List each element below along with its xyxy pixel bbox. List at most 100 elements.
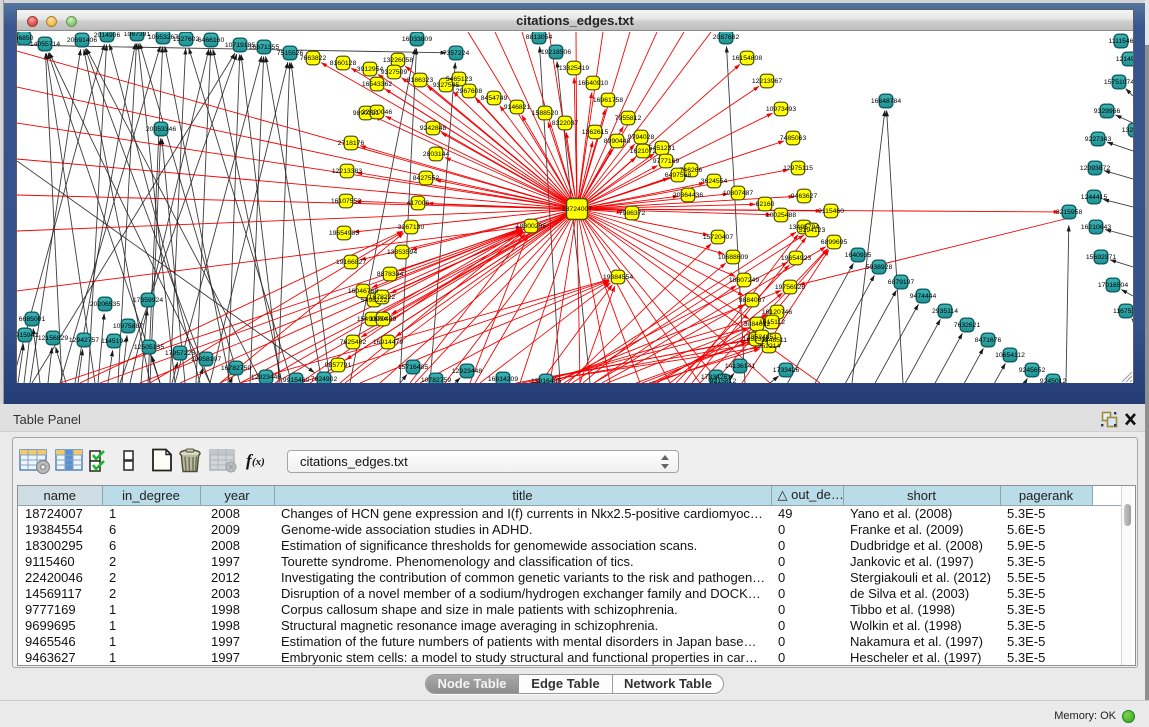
svg-text:14055714: 14055714 (30, 41, 60, 48)
svg-text:12923448: 12923448 (452, 368, 482, 375)
svg-text:1640935: 1640935 (845, 252, 872, 259)
svg-text:1111546: 1111546 (1109, 38, 1133, 45)
svg-text:17016504: 17016504 (1098, 282, 1128, 289)
svg-text:8813054: 8813054 (526, 34, 553, 41)
svg-text:3624554: 3624554 (701, 178, 728, 185)
svg-text:9115460: 9115460 (818, 208, 844, 215)
svg-text:7624902: 7624902 (311, 376, 338, 383)
svg-text:18300295: 18300295 (516, 223, 546, 230)
svg-text:10958107: 10958107 (191, 356, 221, 363)
svg-text:16814209: 16814209 (488, 376, 518, 383)
svg-text:6685001: 6685001 (19, 316, 46, 323)
svg-text:15720407: 15720407 (703, 234, 733, 241)
svg-text:10782759: 10782759 (421, 377, 451, 383)
svg-text:9857791: 9857791 (325, 362, 352, 369)
svg-text:9227343: 9227343 (1085, 136, 1112, 143)
svg-text:9777169: 9777169 (653, 158, 680, 165)
svg-text:8186323: 8186323 (407, 77, 434, 84)
svg-text:10973493: 10973493 (766, 106, 796, 113)
svg-text:20206535: 20206535 (90, 301, 120, 308)
svg-text:2935114: 2935114 (932, 308, 958, 315)
svg-text:7663822: 7663822 (300, 55, 327, 62)
svg-text:14136141: 14136141 (725, 363, 755, 370)
svg-text:7632621: 7632621 (954, 322, 981, 329)
svg-text:9884067: 9884067 (739, 297, 766, 304)
svg-text:16210643: 16210643 (1081, 224, 1111, 231)
svg-text:9215812: 9215812 (710, 378, 737, 383)
svg-text:9245652: 9245652 (1019, 367, 1046, 374)
svg-text:2967608: 2967608 (456, 88, 483, 95)
svg-text:16543362: 16543362 (362, 81, 392, 88)
svg-text:9242848: 9242848 (420, 125, 447, 132)
svg-text:10807487: 10807487 (723, 190, 753, 197)
svg-text:1067391: 1067391 (124, 32, 151, 38)
svg-text:6466160: 6466160 (198, 37, 225, 44)
svg-text:1527602: 1527602 (173, 36, 200, 43)
svg-text:2087682: 2087682 (713, 34, 740, 41)
svg-text:9474444: 9474444 (910, 293, 937, 300)
svg-text:12093872: 12093872 (1080, 165, 1110, 172)
svg-text:16107552: 16107552 (331, 198, 361, 205)
svg-text:9463627: 9463627 (791, 193, 818, 200)
svg-text:20053346: 20053346 (146, 126, 176, 133)
svg-text:7357224: 7357224 (443, 50, 470, 57)
svg-text:16648784: 16648784 (871, 98, 901, 105)
svg-text:16033809: 16033809 (402, 36, 432, 43)
svg-text:2718176: 2718176 (338, 140, 365, 147)
svg-text:8878334: 8878334 (377, 271, 404, 278)
svg-text:5938928: 5938928 (866, 264, 893, 271)
svg-text:1362615: 1362615 (582, 129, 609, 136)
svg-text:252214: 252214 (758, 343, 781, 350)
svg-text:12505135: 12505135 (134, 344, 164, 351)
svg-text:2014906: 2014906 (94, 32, 121, 39)
svg-text:15751074: 15751074 (1104, 79, 1133, 86)
svg-text:16961758: 16961758 (593, 97, 623, 104)
svg-text:16782759: 16782759 (221, 365, 251, 372)
svg-text:13226058: 13226058 (383, 57, 413, 64)
svg-text:1167534: 1167534 (1113, 308, 1133, 315)
svg-text:8471676: 8471676 (975, 337, 1002, 344)
svg-text:9245012: 9245012 (1040, 378, 1067, 383)
svg-text:1733426: 1733426 (773, 367, 800, 374)
svg-text:9327509: 9327509 (381, 69, 408, 76)
svg-text:13353594: 13353594 (387, 249, 417, 256)
svg-text:10025488: 10025488 (766, 212, 796, 219)
svg-text:7625402: 7625402 (340, 339, 367, 346)
svg-text:5451231: 5451231 (649, 145, 676, 152)
svg-text:417006: 417006 (407, 200, 430, 207)
svg-text:10688609: 10688609 (718, 254, 748, 261)
svg-text:19166827: 19166827 (336, 259, 366, 266)
svg-text:16671355: 16671355 (249, 44, 279, 51)
svg-text:1214906: 1214906 (1116, 56, 1133, 63)
svg-text:2803144: 2803144 (423, 151, 450, 158)
svg-text:17359924: 17359924 (133, 297, 163, 304)
svg-text:15692971: 15692971 (1086, 254, 1116, 261)
svg-text:1678222: 1678222 (369, 294, 396, 301)
svg-text:9915460: 9915460 (283, 377, 310, 383)
svg-text:16914479: 16914479 (373, 339, 403, 346)
svg-text:(x): (x) (252, 456, 265, 468)
svg-text:6879197: 6879197 (888, 279, 915, 286)
svg-text:1670489: 1670489 (370, 316, 397, 323)
svg-text:3915941: 3915941 (17, 332, 38, 339)
svg-text:20364436: 20364436 (673, 192, 703, 199)
svg-text:7986372: 7986372 (619, 210, 646, 217)
svg-text:12975115: 12975115 (783, 165, 813, 172)
svg-text:10654112: 10654112 (995, 352, 1025, 359)
svg-text:13916485: 13916485 (531, 378, 561, 383)
svg-text:8322037: 8322037 (552, 120, 579, 127)
svg-text:7955812: 7955812 (615, 115, 642, 122)
svg-text:5194123: 5194123 (799, 227, 826, 234)
svg-text:13325419: 13325419 (559, 65, 589, 72)
svg-text:20691406: 20691406 (67, 37, 97, 44)
svg-text:1322006: 1322006 (1122, 127, 1133, 134)
svg-text:12942757: 12942757 (69, 337, 99, 344)
svg-text:6899695: 6899695 (821, 239, 848, 246)
svg-text:18807249: 18807249 (729, 277, 759, 284)
svg-text:19384554: 19384554 (603, 274, 633, 281)
svg-text:746266: 746266 (680, 167, 703, 174)
svg-text:16154808: 16154808 (732, 55, 762, 62)
svg-text:8990448: 8990448 (604, 138, 631, 145)
svg-text:16640910: 16640910 (578, 80, 608, 87)
svg-text:3267130: 3267130 (398, 224, 425, 231)
